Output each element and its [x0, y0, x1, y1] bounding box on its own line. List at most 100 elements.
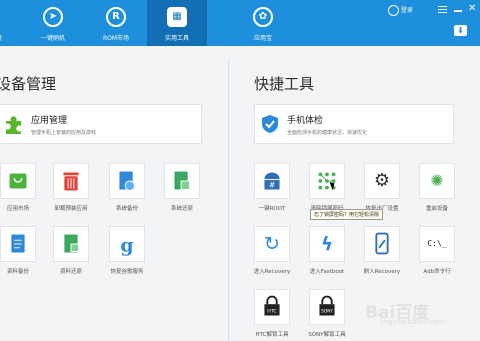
nav-item-partial[interactable]: 度 [0, 0, 16, 46]
top-nav-bar: 度 ➤ 一键刷机 R ROM市场 ▦ 实用工具 ✿ 应用宝 登录 ✕ ⬇ [0, 0, 480, 46]
nav-item-utilities[interactable]: ▦ 实用工具 [147, 0, 207, 46]
tool-box: ⚙ [364, 163, 400, 199]
tool-label: 系统备份 [115, 206, 138, 212]
shopping-bag-icon [9, 173, 27, 189]
tooltip: 忘了锁屏密码？用它轻松清除 [310, 209, 384, 220]
tool-data-backup[interactable]: 资料备份 [0, 226, 40, 275]
tool-label: 资料还原 [59, 269, 82, 275]
quick-tools-title: 快捷工具 [254, 75, 315, 93]
tool-box: g [109, 226, 145, 262]
pattern-lock-icon [318, 172, 336, 190]
tool-app-market[interactable]: 应用市场 [0, 163, 40, 212]
tool-adb-command-line[interactable]: C:\_ Adb命令行 [415, 226, 459, 275]
sony-text: SONY [321, 309, 333, 315]
tool-enter-recovery[interactable]: ↻ 进入Recovery [250, 226, 294, 275]
tool-label: Adb命令行 [423, 269, 451, 275]
tool-reboot-device[interactable]: ✺ 重启设备 [415, 163, 459, 212]
terminal-icon: C:\_ [427, 239, 447, 248]
tool-factory-reset[interactable]: ⚙ 恢复出厂设置 [360, 163, 404, 212]
tool-box [309, 163, 345, 199]
tool-box: # [254, 163, 290, 199]
google-icon: g [120, 235, 133, 257]
puzzle-icon [6, 116, 21, 134]
tool-label: 刷入Recovery [363, 269, 401, 275]
trash-icon [63, 172, 79, 191]
refresh-icon: ↻ [264, 233, 280, 255]
tool-label: 一键ROOT [258, 206, 286, 212]
panel-divider [228, 60, 229, 341]
close-icon[interactable]: ✕ [468, 3, 476, 14]
tool-box [364, 226, 400, 262]
app-store-icon: ✿ [253, 7, 273, 27]
lightning-icon: ϟ [320, 233, 334, 255]
tool-box [53, 163, 89, 199]
tool-restore-google-services[interactable]: g 恢复谷歌服务 [105, 226, 149, 275]
tool-box: ϟ [309, 226, 345, 262]
system-backup-icon [119, 171, 136, 191]
tool-clear-lock-password[interactable]: 清除锁屏密码 [305, 163, 349, 212]
device-management-title: 设备管理 [0, 75, 57, 93]
card-desc: 管理手机上安装的应用及游戏 [31, 130, 97, 136]
nav-label: 实用工具 [164, 35, 189, 42]
tool-sony-unlock[interactable]: SONY SONY解锁工具 [305, 289, 349, 338]
gear-icon: ⚙ [373, 170, 391, 191]
tool-box [0, 163, 36, 199]
tool-data-restore[interactable]: 资料还原 [49, 226, 93, 275]
tool-label: 重启设备 [425, 206, 448, 212]
htc-lock-icon: HTC [264, 295, 280, 316]
minimize-icon[interactable] [454, 10, 462, 12]
svg-text:g: g [120, 235, 133, 257]
shield-check-icon [262, 115, 278, 133]
nav-label: ROM市场 [102, 35, 130, 42]
nav-label: 应用宝 [253, 35, 272, 42]
tool-enter-fastboot[interactable]: ϟ 进入Fastboot [305, 226, 349, 275]
tool-htc-unlock[interactable]: HTC HTC解锁工具 [250, 289, 294, 338]
login-label: 登录 [400, 7, 413, 14]
tool-box [109, 163, 145, 199]
tool-uninstall-preinstalled[interactable]: 卸载预装应用 [49, 163, 93, 212]
tool-label: HTC解锁工具 [255, 332, 289, 338]
nav-label: 度 [0, 33, 32, 42]
tool-label: 资料备份 [6, 269, 29, 275]
tool-box [53, 226, 89, 262]
user-icon [388, 5, 399, 16]
flash-icon: ➤ [43, 7, 63, 27]
htc-text: HTC [267, 309, 277, 315]
nav-item-rom-market[interactable]: R ROM市场 [91, 0, 141, 46]
tool-system-backup[interactable]: 系统备份 [105, 163, 149, 212]
download-icon[interactable]: ⬇ [454, 25, 467, 36]
phone-edit-icon [375, 232, 389, 255]
login-button[interactable]: 登录 [388, 5, 413, 16]
tool-flash-recovery[interactable]: 刷入Recovery [360, 226, 404, 275]
tool-label: 系统还原 [170, 206, 193, 212]
sony-lock-icon: SONY [319, 295, 335, 316]
menu-icon[interactable] [438, 6, 447, 13]
tool-glyph: # [269, 181, 275, 190]
tool-system-restore[interactable]: 系统还原 [160, 163, 204, 212]
android-icon: # [264, 172, 280, 190]
tool-box: C:\_ [419, 226, 455, 262]
grid-icon: ▦ [167, 7, 187, 27]
tool-label: 恢复谷歌服务 [110, 269, 144, 275]
tool-label: 应用市场 [6, 206, 29, 212]
nav-item-app-store[interactable]: ✿ 应用宝 [238, 0, 288, 46]
app-management-card[interactable]: 应用管理 管理手机上安装的应用及游戏 [0, 104, 202, 144]
tool-box: ↻ [254, 226, 290, 262]
data-restore-icon [64, 234, 80, 253]
tool-label: 进入Recovery [253, 269, 291, 275]
watermark-url: jingyan.baidu.com [380, 318, 445, 326]
tool-one-click-root[interactable]: # 一键ROOT [250, 163, 294, 212]
loading-icon: ✺ [430, 171, 444, 190]
nav-item-one-click-flash[interactable]: ➤ 一键刷机 [29, 0, 77, 46]
card-desc: 全面检测手机的健康状况，快速优化 [287, 130, 368, 136]
system-restore-icon [174, 171, 191, 190]
tool-box [164, 163, 200, 199]
tool-label: 卸载预装应用 [54, 206, 88, 212]
phone-checkup-card[interactable]: 手机体检 全面检测手机的健康状况，快速优化 [254, 104, 454, 144]
rom-icon: R [106, 7, 126, 27]
tool-box: SONY [309, 289, 345, 325]
data-backup-icon [11, 234, 25, 253]
tool-label: SONY解锁工具 [308, 332, 346, 338]
tool-box: HTC [254, 289, 290, 325]
nav-label: 一键刷机 [40, 35, 65, 42]
